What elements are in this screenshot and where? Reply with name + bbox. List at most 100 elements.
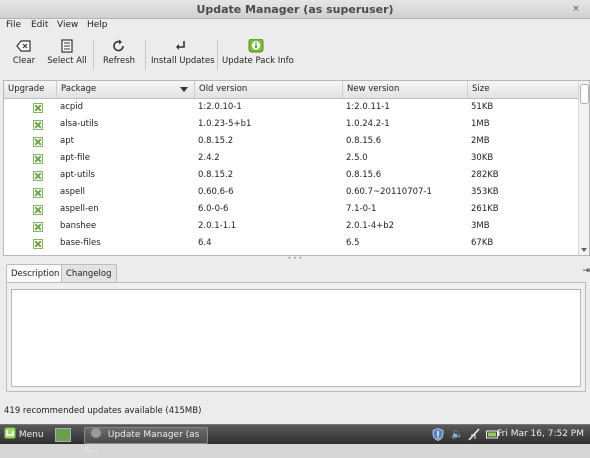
menu-help[interactable]: Help: [87, 20, 108, 30]
show-desktop-icon[interactable]: [55, 428, 71, 442]
package-name: apt: [60, 136, 74, 146]
upgrade-checkbox[interactable]: [33, 137, 43, 147]
upgrade-checkbox[interactable]: [33, 205, 43, 215]
table-body: acpid 1:2.0.10-1 1:2.0.11-1 51KB alsa-ut…: [4, 99, 579, 252]
menu-bar: File Edit View Help: [0, 18, 590, 34]
network-icon[interactable]: [468, 428, 480, 441]
table-row[interactable]: apt-utils 0.8.15.2 0.8.15.6 282KB: [4, 167, 579, 184]
package-size: 353KB: [471, 187, 499, 197]
package-size: 282KB: [471, 170, 499, 180]
column-header-package-label: Package: [61, 84, 97, 94]
resize-cursor-icon: ⇥: [582, 266, 590, 276]
package-name: banshee: [60, 221, 97, 231]
menu-edit[interactable]: Edit: [31, 20, 48, 30]
table-row[interactable]: base-files 6.4 6.5 67KB: [4, 235, 579, 252]
update-manager-window: Update Manager (as superuser) × File Edi…: [0, 0, 590, 424]
scroll-down-arrow-icon[interactable]: [581, 248, 587, 252]
scrollbar-thumb[interactable]: [580, 84, 589, 104]
upgrade-checkbox[interactable]: [33, 222, 43, 232]
description-text-area[interactable]: [11, 289, 581, 387]
install-arrow-icon: [173, 39, 189, 53]
package-size: 30KB: [471, 153, 494, 163]
table-row[interactable]: banshee 2.0.1-1.1 2.0.1-4+b2 3MB: [4, 218, 579, 235]
update-pack-info-label: Update Pack Info: [222, 56, 294, 66]
new-version: 0.8.15.6: [346, 136, 382, 146]
upgrade-checkbox[interactable]: [33, 120, 43, 130]
old-version: 1:2.0.10-1: [198, 102, 242, 112]
desktop-panel: Menu Update Manager (as s... 🔈 Fri Mar 1…: [0, 424, 590, 455]
menu-label: Menu: [18, 430, 44, 440]
new-version: 2.0.1-4+b2: [346, 221, 395, 231]
old-version: 0.8.15.2: [198, 170, 234, 180]
table-row[interactable]: aspell 0.60.6-6 0.60.7~20110707-1 353KB: [4, 184, 579, 201]
table-scrollbar[interactable]: [578, 81, 589, 255]
tab-changelog[interactable]: Changelog: [61, 264, 117, 283]
menu-file[interactable]: File: [6, 20, 21, 30]
package-name: apt-file: [60, 153, 90, 163]
table-row[interactable]: aspell-en 6.0-0-6 7.1-0-1 261KB: [4, 201, 579, 218]
package-name: aspell-en: [60, 204, 99, 214]
package-name: aspell: [60, 187, 85, 197]
package-size: 3MB: [471, 221, 490, 231]
upgrade-checkbox[interactable]: [33, 103, 43, 113]
sort-descending-icon: [180, 87, 188, 92]
update-pack-info-button[interactable]: Update Pack Info: [222, 36, 294, 74]
upgrade-checkbox[interactable]: [33, 154, 43, 164]
toolbar-separator: [217, 40, 218, 70]
clear-icon: [16, 39, 32, 53]
old-version: 6.4: [198, 238, 212, 248]
new-version: 1:2.0.11-1: [346, 102, 390, 112]
new-version: 2.5.0: [346, 153, 368, 163]
taskbar-item-update-manager[interactable]: Update Manager (as s...: [84, 427, 208, 455]
new-version: 7.1-0-1: [346, 204, 377, 214]
select-all-icon: [59, 39, 75, 53]
select-all-label: Select All: [47, 56, 87, 66]
clock[interactable]: Fri Mar 16, 7:52 PM: [497, 427, 584, 442]
refresh-button[interactable]: Refresh: [100, 36, 138, 74]
package-name: apt-utils: [60, 170, 95, 180]
upgrade-checkbox[interactable]: [33, 239, 43, 249]
refresh-label: Refresh: [102, 56, 136, 66]
toolbar-separator: [93, 40, 94, 70]
column-header-old-version[interactable]: Old version: [195, 81, 343, 98]
upgrade-checkbox[interactable]: [33, 171, 43, 181]
column-header-size[interactable]: Size: [468, 81, 579, 98]
pane-splitter-handle[interactable]: • • •: [0, 255, 590, 262]
old-version: 2.0.1-1.1: [198, 221, 237, 231]
old-version: 1.0.23-5+b1: [198, 119, 252, 129]
clear-button[interactable]: Clear: [8, 36, 40, 74]
table-row[interactable]: acpid 1:2.0.10-1 1:2.0.11-1 51KB: [4, 99, 579, 116]
table-row[interactable]: apt-file 2.4.2 2.5.0 30KB: [4, 150, 579, 167]
column-header-package[interactable]: Package: [57, 81, 195, 98]
column-header-new-version[interactable]: New version: [343, 81, 468, 98]
tab-description[interactable]: Description: [6, 264, 65, 284]
volume-icon[interactable]: 🔈: [451, 428, 463, 441]
install-updates-label: Install Updates: [151, 56, 215, 66]
column-header-upgrade[interactable]: Upgrade: [4, 81, 57, 98]
update-shield-tray-icon[interactable]: [432, 428, 444, 441]
table-row[interactable]: apt 0.8.15.2 0.8.15.6 2MB: [4, 133, 579, 150]
close-window-button[interactable]: ×: [571, 4, 581, 14]
package-name: acpid: [60, 102, 84, 112]
main-menu-button[interactable]: Menu: [4, 427, 44, 442]
package-size: 67KB: [471, 238, 494, 248]
window-title: Update Manager (as superuser): [196, 3, 394, 16]
title-bar[interactable]: Update Manager (as superuser) ×: [0, 0, 590, 19]
new-version: 0.60.7~20110707-1: [346, 187, 432, 197]
mint-logo-icon: [4, 427, 16, 439]
old-version: 2.4.2: [198, 153, 220, 163]
updates-table: Upgrade Package Old version New version …: [3, 80, 590, 256]
shield-icon: [91, 428, 101, 438]
new-version: 1.0.24.2-1: [346, 119, 390, 129]
toolbar: Clear Select All Refresh Install Updates: [0, 36, 590, 76]
select-all-button[interactable]: Select All: [47, 36, 87, 74]
install-updates-button[interactable]: Install Updates: [151, 36, 215, 74]
package-size: 1MB: [471, 119, 490, 129]
menu-view[interactable]: View: [57, 20, 78, 30]
package-name: alsa-utils: [60, 119, 99, 129]
upgrade-checkbox[interactable]: [33, 188, 43, 198]
old-version: 6.0-0-6: [198, 204, 229, 214]
table-row[interactable]: alsa-utils 1.0.23-5+b1 1.0.24.2-1 1MB: [4, 116, 579, 133]
clear-label: Clear: [12, 56, 36, 66]
package-size: 2MB: [471, 136, 490, 146]
